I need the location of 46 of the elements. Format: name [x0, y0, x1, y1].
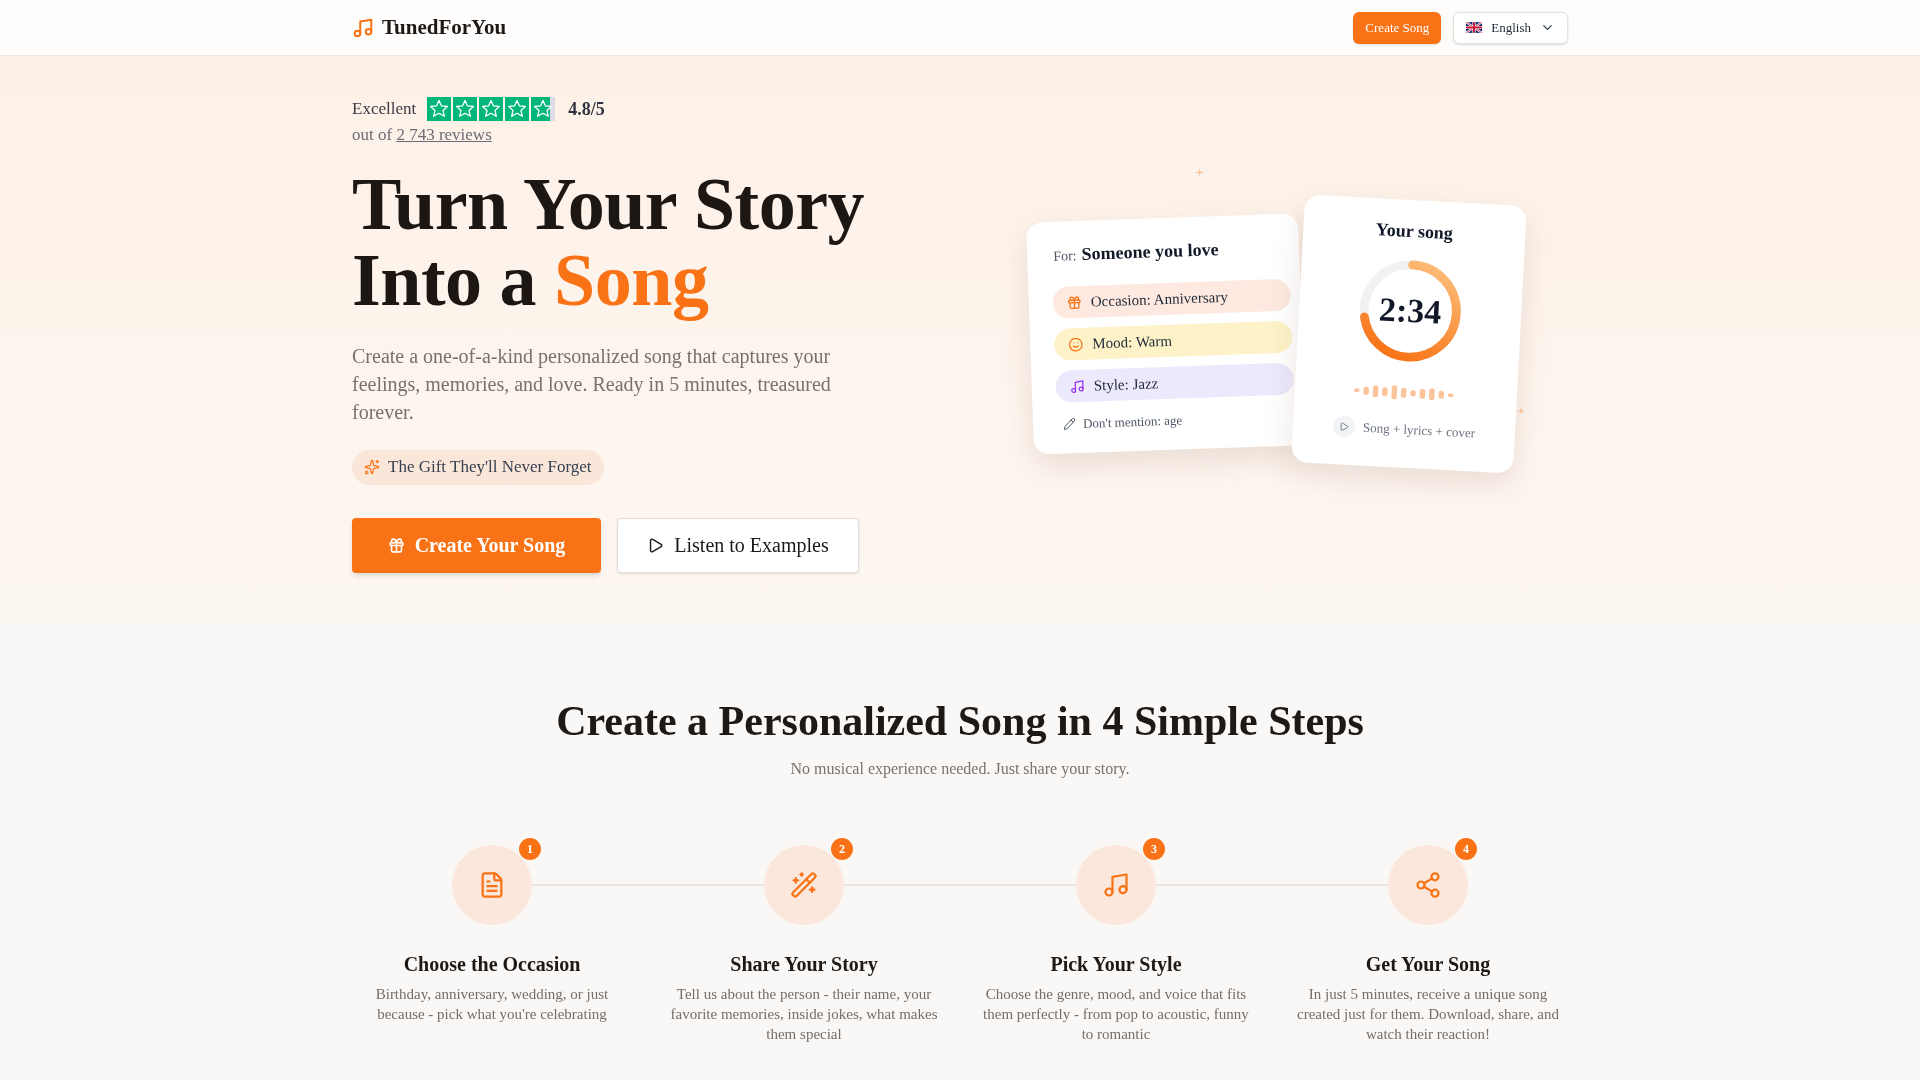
create-song-button[interactable]: Create Song	[1353, 11, 1442, 44]
step-description: Birthday, anniversary, wedding, or just because - pick what you're celebrating	[374, 985, 610, 1024]
card-title: Your song	[1375, 218, 1454, 245]
step-description: In just 5 minutes, receive a unique song created just for them. Download, share, and watch their reaction!	[1296, 985, 1560, 1044]
song-duration: 2:34	[1378, 292, 1443, 330]
step-number: 3	[1143, 838, 1165, 860]
sparkle-icon	[1195, 168, 1204, 177]
play-icon	[647, 536, 665, 554]
chip-label: Occasion: Anniversary	[1090, 287, 1229, 312]
steps-title: Create a Personalized Song in 4 Simple Steps	[555, 697, 1365, 745]
step-title: Choose the Occasion	[403, 952, 581, 977]
gift-icon	[1066, 294, 1083, 311]
sparkle-icon	[364, 459, 380, 475]
play-icon	[1332, 415, 1356, 439]
tagline-text: The Gift They'll Never Forget	[388, 456, 592, 479]
pencil-icon	[1062, 417, 1077, 432]
music-note-icon	[1069, 378, 1085, 395]
flag-icon	[1466, 22, 1483, 33]
for-label: For:	[1052, 247, 1077, 267]
step-description: Tell us about the person - their name, your favorite memories, inside jokes, what makes them special	[669, 985, 939, 1044]
hero-description: Create a one-of-a-kind personalized song that captures your feelings, memories, and love. Ready in 5 minutes, treasured forever.	[352, 343, 832, 425]
rating-label: Excellent	[352, 98, 417, 121]
steps-subtitle: No musical experience needed. Just share your story.	[789, 759, 1131, 780]
recipient-name: Someone you love	[1081, 238, 1219, 267]
listen-to-examples-button[interactable]: Listen to Examples	[617, 517, 859, 573]
step-title: Share Your Story	[730, 952, 878, 977]
step-description: Choose the genre, mood, and voice that fits them perfectly - from pop to acoustic, funny to romantic	[982, 985, 1250, 1044]
step-title: Pick Your Style	[1050, 952, 1182, 977]
step-number: 2	[831, 838, 853, 860]
card-caption: Song + lyrics + cover	[1362, 419, 1476, 444]
brand-name: TunedForYou	[382, 13, 507, 41]
review-count: out of 2 743 reviews	[352, 124, 493, 146]
rating-score: 4.8/5	[568, 97, 605, 121]
chip-label: Style: Jazz	[1093, 374, 1159, 396]
reviews-link[interactable]: 2 743 reviews	[396, 125, 492, 144]
chip-label: Mood: Warm	[1091, 331, 1173, 354]
sparkle-icon	[1517, 407, 1525, 415]
step-number: 4	[1455, 838, 1477, 860]
step-title: Get Your Song	[1365, 952, 1491, 977]
note-text: Don't mention: age	[1082, 411, 1183, 434]
language-select[interactable]: English	[1453, 11, 1568, 44]
gift-icon	[387, 536, 405, 554]
create-your-song-button[interactable]: Create Your Song	[352, 517, 601, 573]
smile-icon	[1068, 336, 1084, 353]
music-note-icon	[352, 16, 374, 39]
step-number: 1	[519, 838, 541, 860]
